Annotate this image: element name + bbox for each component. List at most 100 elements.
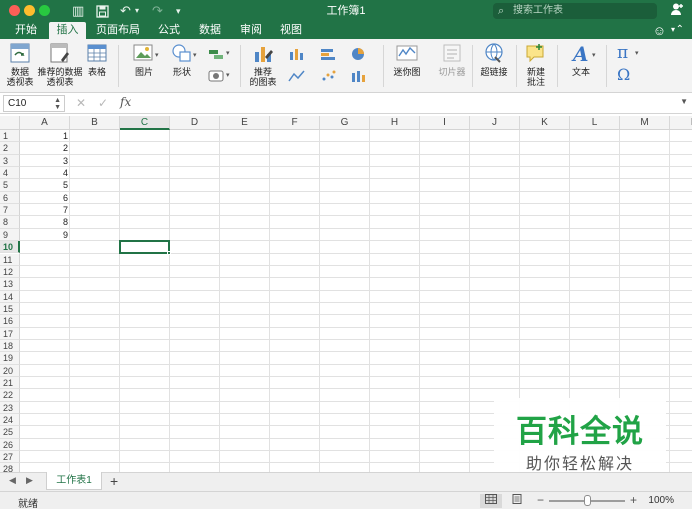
screenshot-icon[interactable] xyxy=(208,69,226,83)
screenshot-dropdown-icon[interactable]: ▾ xyxy=(226,71,230,79)
row-header[interactable]: 26 xyxy=(0,438,20,452)
row-header[interactable]: 19 xyxy=(0,352,20,365)
tab-page-layout[interactable]: 页面布局 xyxy=(92,22,144,39)
page-layout-view-button[interactable] xyxy=(506,494,528,508)
cell-a4[interactable]: 4 xyxy=(20,167,70,179)
column-header[interactable]: B xyxy=(70,116,120,130)
cell-a7[interactable]: 7 xyxy=(20,204,70,216)
row-header[interactable]: 3 xyxy=(0,154,20,168)
slicer-button[interactable]: 切片器 xyxy=(437,42,467,77)
tab-insert[interactable]: 插入 xyxy=(49,22,86,39)
name-box[interactable]: C10 ▲ ▼ xyxy=(3,95,65,112)
cell-a6[interactable]: 6 xyxy=(20,192,70,204)
row-header[interactable]: 21 xyxy=(0,377,20,390)
scatter-chart-icon[interactable] xyxy=(320,69,338,83)
tab-review[interactable]: 审阅 xyxy=(233,22,269,39)
cell-a5[interactable]: 5 xyxy=(20,179,70,191)
row-header[interactable]: 4 xyxy=(0,167,20,180)
row-header[interactable]: 8 xyxy=(0,216,20,229)
row-header[interactable]: 20 xyxy=(0,364,20,377)
customize-toolbar-icon[interactable]: ▾ xyxy=(176,3,181,19)
select-all-corner[interactable] xyxy=(0,116,20,130)
zoom-in-button[interactable]: + xyxy=(630,493,637,507)
smartart-dropdown-icon[interactable]: ▾ xyxy=(226,49,230,57)
symbol-icon[interactable]: Ω xyxy=(617,65,630,84)
column-header[interactable]: J xyxy=(470,116,520,130)
redo-icon[interactable]: ↷ xyxy=(152,3,163,19)
undo-icon[interactable]: ↶ xyxy=(120,3,131,19)
sheet-tab-1[interactable]: 工作表1 xyxy=(46,472,102,490)
fill-handle[interactable] xyxy=(167,250,171,255)
column-header[interactable]: A xyxy=(20,116,70,130)
line-chart-icon[interactable] xyxy=(288,69,306,83)
zoom-window-button[interactable] xyxy=(39,5,50,16)
zoom-out-button[interactable]: − xyxy=(537,493,544,507)
column-header[interactable]: F xyxy=(270,116,320,130)
new-comment-button[interactable]: 新建 批注 xyxy=(522,42,550,87)
column-header[interactable]: M xyxy=(620,116,670,130)
tab-data[interactable]: 数据 xyxy=(192,22,228,39)
equation-dropdown-icon[interactable]: ▾ xyxy=(635,49,639,57)
column-header[interactable]: L xyxy=(570,116,620,130)
recommended-pivot-button[interactable]: 推荐的数据 透视表 xyxy=(37,42,83,87)
save-icon[interactable] xyxy=(96,3,109,19)
confirm-entry-icon[interactable]: ✓ xyxy=(98,96,108,110)
row-header[interactable]: 2 xyxy=(0,142,20,155)
equation-icon[interactable]: π xyxy=(617,43,628,63)
shapes-button[interactable]: 形状 xyxy=(166,42,198,77)
row-header[interactable]: 5 xyxy=(0,179,20,192)
column-header[interactable]: N xyxy=(670,116,692,130)
insert-function-icon[interactable]: fx xyxy=(120,95,131,109)
row-header[interactable]: 25 xyxy=(0,426,20,439)
cell-a8[interactable]: 8 xyxy=(20,216,70,228)
cell-a9[interactable]: 9 xyxy=(20,229,70,241)
tab-formulas[interactable]: 公式 xyxy=(151,22,187,39)
row-header[interactable]: 11 xyxy=(0,253,20,266)
smartart-icon[interactable] xyxy=(208,47,226,61)
row-header[interactable]: 14 xyxy=(0,290,20,303)
zoom-slider-thumb[interactable] xyxy=(583,495,591,506)
row-header[interactable]: 22 xyxy=(0,389,20,402)
row-header[interactable]: 24 xyxy=(0,414,20,427)
cell-a1[interactable]: 1 xyxy=(20,130,70,142)
name-box-down-icon[interactable]: ▼ xyxy=(54,104,61,111)
row-header[interactable]: 13 xyxy=(0,278,20,291)
table-button[interactable]: 表格 xyxy=(85,42,109,77)
row-header[interactable]: 28 xyxy=(0,463,20,472)
column-header[interactable]: C xyxy=(120,116,170,130)
row-header[interactable]: 18 xyxy=(0,339,20,353)
column-header[interactable]: H xyxy=(370,116,420,130)
active-cell-c10[interactable] xyxy=(119,240,171,255)
undo-dropdown-icon[interactable]: ▾ xyxy=(135,3,139,19)
row-header[interactable]: 6 xyxy=(0,191,20,205)
hyperlink-button[interactable]: 超链接 xyxy=(478,42,510,77)
row-header[interactable]: 16 xyxy=(0,315,20,328)
feedback-dropdown-icon[interactable]: ▾ xyxy=(671,25,675,34)
tab-view[interactable]: 视图 xyxy=(273,22,309,39)
zoom-level[interactable]: 100% xyxy=(648,495,674,506)
column-header[interactable]: I xyxy=(420,116,470,130)
row-header[interactable]: 12 xyxy=(0,265,20,279)
shapes-dropdown-icon[interactable]: ▾ xyxy=(193,51,197,59)
normal-view-button[interactable] xyxy=(480,494,502,508)
column-header[interactable]: K xyxy=(520,116,570,130)
text-dropdown-icon[interactable]: ▾ xyxy=(592,51,596,59)
cell-a2[interactable]: 2 xyxy=(20,142,70,154)
pictures-dropdown-icon[interactable]: ▾ xyxy=(155,51,159,59)
share-user-icon[interactable] xyxy=(670,2,684,19)
column-chart-icon[interactable] xyxy=(288,47,306,61)
row-header[interactable]: 23 xyxy=(0,401,20,415)
feedback-smiley-icon[interactable]: ☺ xyxy=(653,23,666,38)
row-header[interactable]: 15 xyxy=(0,302,20,316)
next-sheet-icon[interactable]: ▶ xyxy=(26,475,33,486)
minimize-window-button[interactable] xyxy=(24,5,35,16)
pictures-button[interactable]: 图片 xyxy=(128,42,160,77)
cancel-entry-icon[interactable]: ✕ xyxy=(76,96,86,110)
expand-formula-bar-icon[interactable]: ▼ xyxy=(680,97,688,106)
row-header[interactable]: 17 xyxy=(0,327,20,340)
sidebar-toggle-icon[interactable]: ▥ xyxy=(72,3,84,19)
column-header[interactable]: E xyxy=(220,116,270,130)
search-sheet-input[interactable]: ⌕ 搜索工作表 xyxy=(493,3,657,19)
text-button[interactable]: A 文本 xyxy=(565,42,597,77)
recommended-charts-button[interactable]: 推荐 的图表 xyxy=(246,42,280,87)
